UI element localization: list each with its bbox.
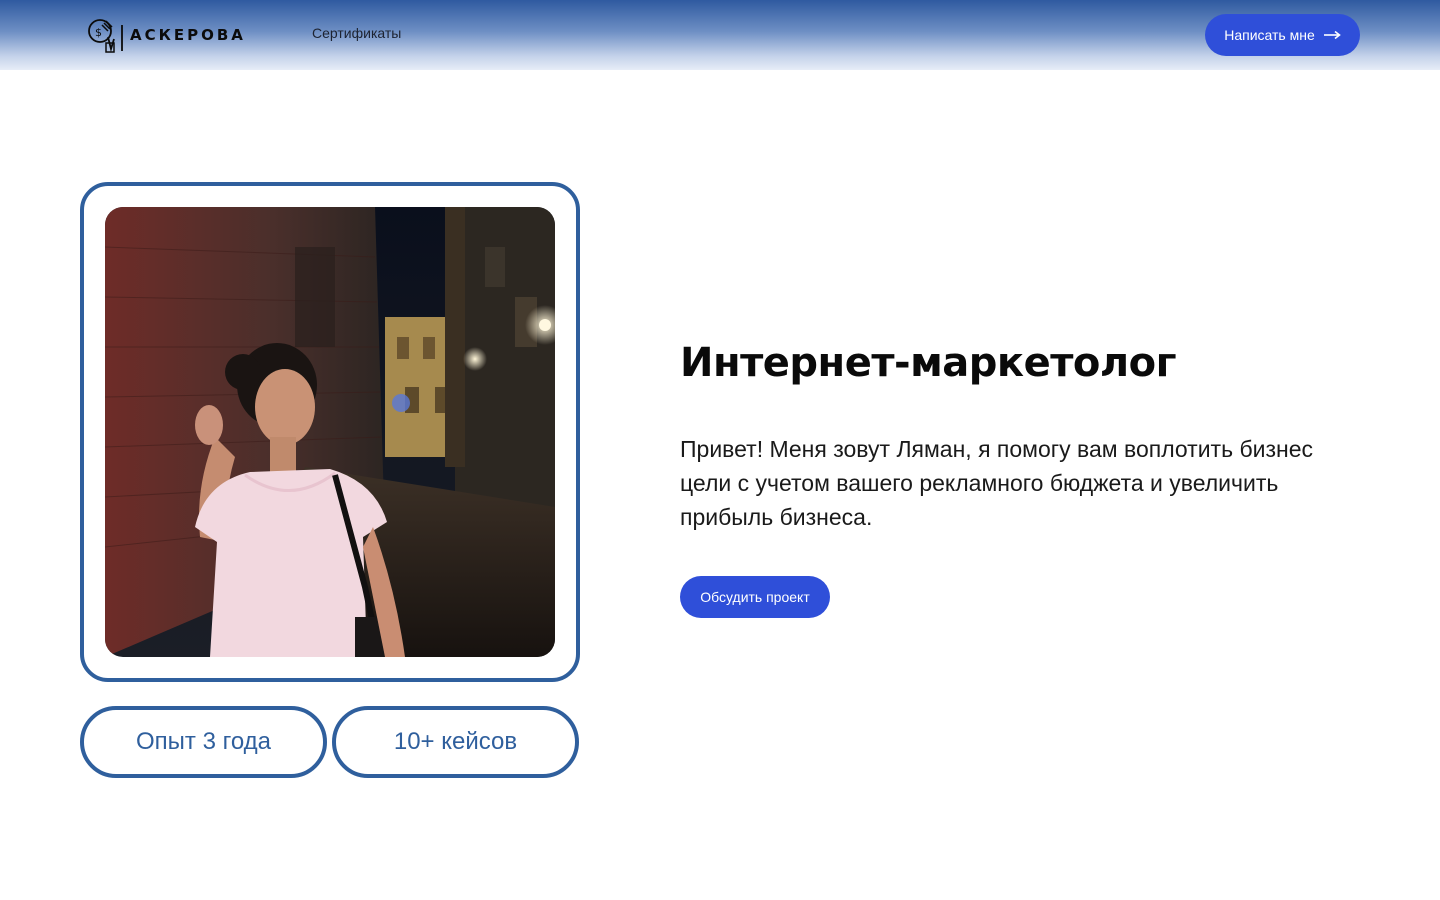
stat-cases: 10+ кейсов [332,706,579,778]
arrow-right-icon [1323,30,1341,40]
contact-button-label: Написать мне [1224,27,1315,43]
discuss-project-button[interactable]: Обсудить проект [680,576,830,618]
svg-text:$: $ [95,26,102,39]
contact-button[interactable]: Написать мне [1205,14,1360,56]
hero-description: Привет! Меня зовут Ляман, я помогу вам в… [680,436,1314,530]
logo-text: АСКЕРОВА [130,26,246,44]
site-logo[interactable]: $ АСКЕРОВА [86,15,246,55]
photo-frame [80,182,580,682]
site-header: $ АСКЕРОВА Сертификаты Написать мне [0,0,1440,70]
stat-experience: Опыт 3 года [80,706,327,778]
nav-link-certificates[interactable]: Сертификаты [312,25,401,41]
portrait-photo [105,207,555,657]
logo-mark-icon: $ [88,19,123,53]
hero-title: Интернет-маркетолог [680,340,1177,386]
